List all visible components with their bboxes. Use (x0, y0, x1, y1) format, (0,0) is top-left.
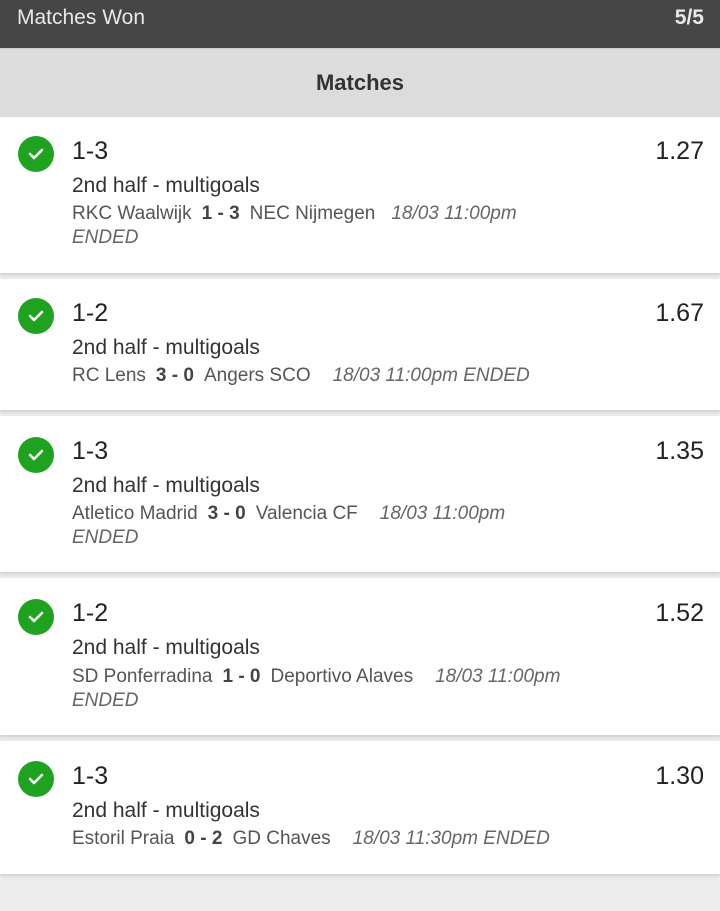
home-team: RKC Waalwijk (72, 203, 192, 224)
top-bar: Matches Won 5/5 (0, 0, 720, 48)
pick-label: 1-2 (72, 599, 109, 627)
match-details: SD Ponferradina 1 - 0 Deportivo Alaves 18/0… (72, 665, 632, 713)
match-score: 0 - 2 (184, 828, 223, 849)
check-circle-icon (18, 298, 54, 334)
match-details: Estoril Praia 0 - 2 GD Chaves 18/03 11:30pm… (72, 827, 632, 851)
match-datetime: 18/03 11:00pm (379, 503, 506, 524)
home-team: RC Lens (72, 365, 146, 386)
pick-label: 1-2 (72, 299, 109, 327)
away-team: NEC Nijmegen (249, 203, 376, 224)
match-status: ENDED (483, 828, 550, 849)
matches-won-count: 5/5 (674, 6, 704, 29)
match-card[interactable]: 1-3 1.27 2nd half - multigoals RKC Waalw… (0, 117, 720, 273)
away-team: GD Chaves (232, 828, 331, 849)
market-label: 2nd half - multigoals (72, 636, 260, 659)
match-score: 1 - 3 (201, 203, 240, 224)
match-score: 3 - 0 (207, 503, 246, 524)
away-team: Angers SCO (203, 365, 311, 386)
matches-won-label: Matches Won (17, 6, 145, 29)
match-datetime: 18/03 11:00pm (435, 666, 561, 687)
match-details: Atletico Madrid 3 - 0 Valencia CF 18/03 11:… (72, 502, 632, 550)
match-details: RKC Waalwijk 1 - 3 NEC Nijmegen 18/03 11:00… (72, 202, 632, 250)
pick-label: 1-3 (72, 437, 109, 465)
market-label: 2nd half - multigoals (72, 336, 260, 359)
match-card[interactable]: 1-3 1.30 2nd half - multigoals Estoril P… (0, 741, 720, 874)
match-status: ENDED (72, 527, 139, 548)
away-team: Deportivo Alaves (270, 666, 414, 687)
market-label: 2nd half - multigoals (72, 474, 260, 497)
section-title: Matches (0, 48, 720, 117)
match-score: 3 - 0 (155, 365, 194, 386)
match-datetime: 18/03 11:00pm (391, 203, 517, 224)
check-circle-icon (18, 136, 54, 172)
match-details: RC Lens 3 - 0 Angers SCO 18/03 11:00pm ENDE… (72, 364, 632, 388)
home-team: Estoril Praia (72, 828, 175, 849)
match-card[interactable]: 1-2 1.67 2nd half - multigoals RC Lens 3 … (0, 279, 720, 410)
odds-value: 1.52 (655, 599, 704, 627)
pick-label: 1-3 (72, 137, 109, 165)
home-team: SD Ponferradina (72, 666, 213, 687)
match-status: ENDED (463, 365, 530, 386)
home-team: Atletico Madrid (72, 503, 198, 524)
match-card[interactable]: 1-3 1.35 2nd half - multigoals Atletico … (0, 416, 720, 572)
match-datetime: 18/03 11:30pm (352, 828, 479, 849)
odds-value: 1.30 (655, 762, 704, 790)
check-circle-icon (18, 761, 54, 797)
match-datetime: 18/03 11:00pm (332, 365, 458, 386)
check-circle-icon (18, 599, 54, 635)
market-label: 2nd half - multigoals (72, 174, 260, 197)
odds-value: 1.27 (655, 137, 704, 165)
check-circle-icon (18, 437, 54, 473)
match-score: 1 - 0 (222, 666, 261, 687)
match-card[interactable]: 1-2 1.52 2nd half - multigoals SD Ponfer… (0, 578, 720, 735)
odds-value: 1.35 (655, 437, 704, 465)
pick-label: 1-3 (72, 762, 109, 790)
away-team: Valencia CF (255, 503, 358, 524)
match-status: ENDED (72, 227, 139, 248)
market-label: 2nd half - multigoals (72, 799, 260, 822)
match-status: ENDED (72, 690, 139, 711)
odds-value: 1.67 (655, 299, 704, 327)
